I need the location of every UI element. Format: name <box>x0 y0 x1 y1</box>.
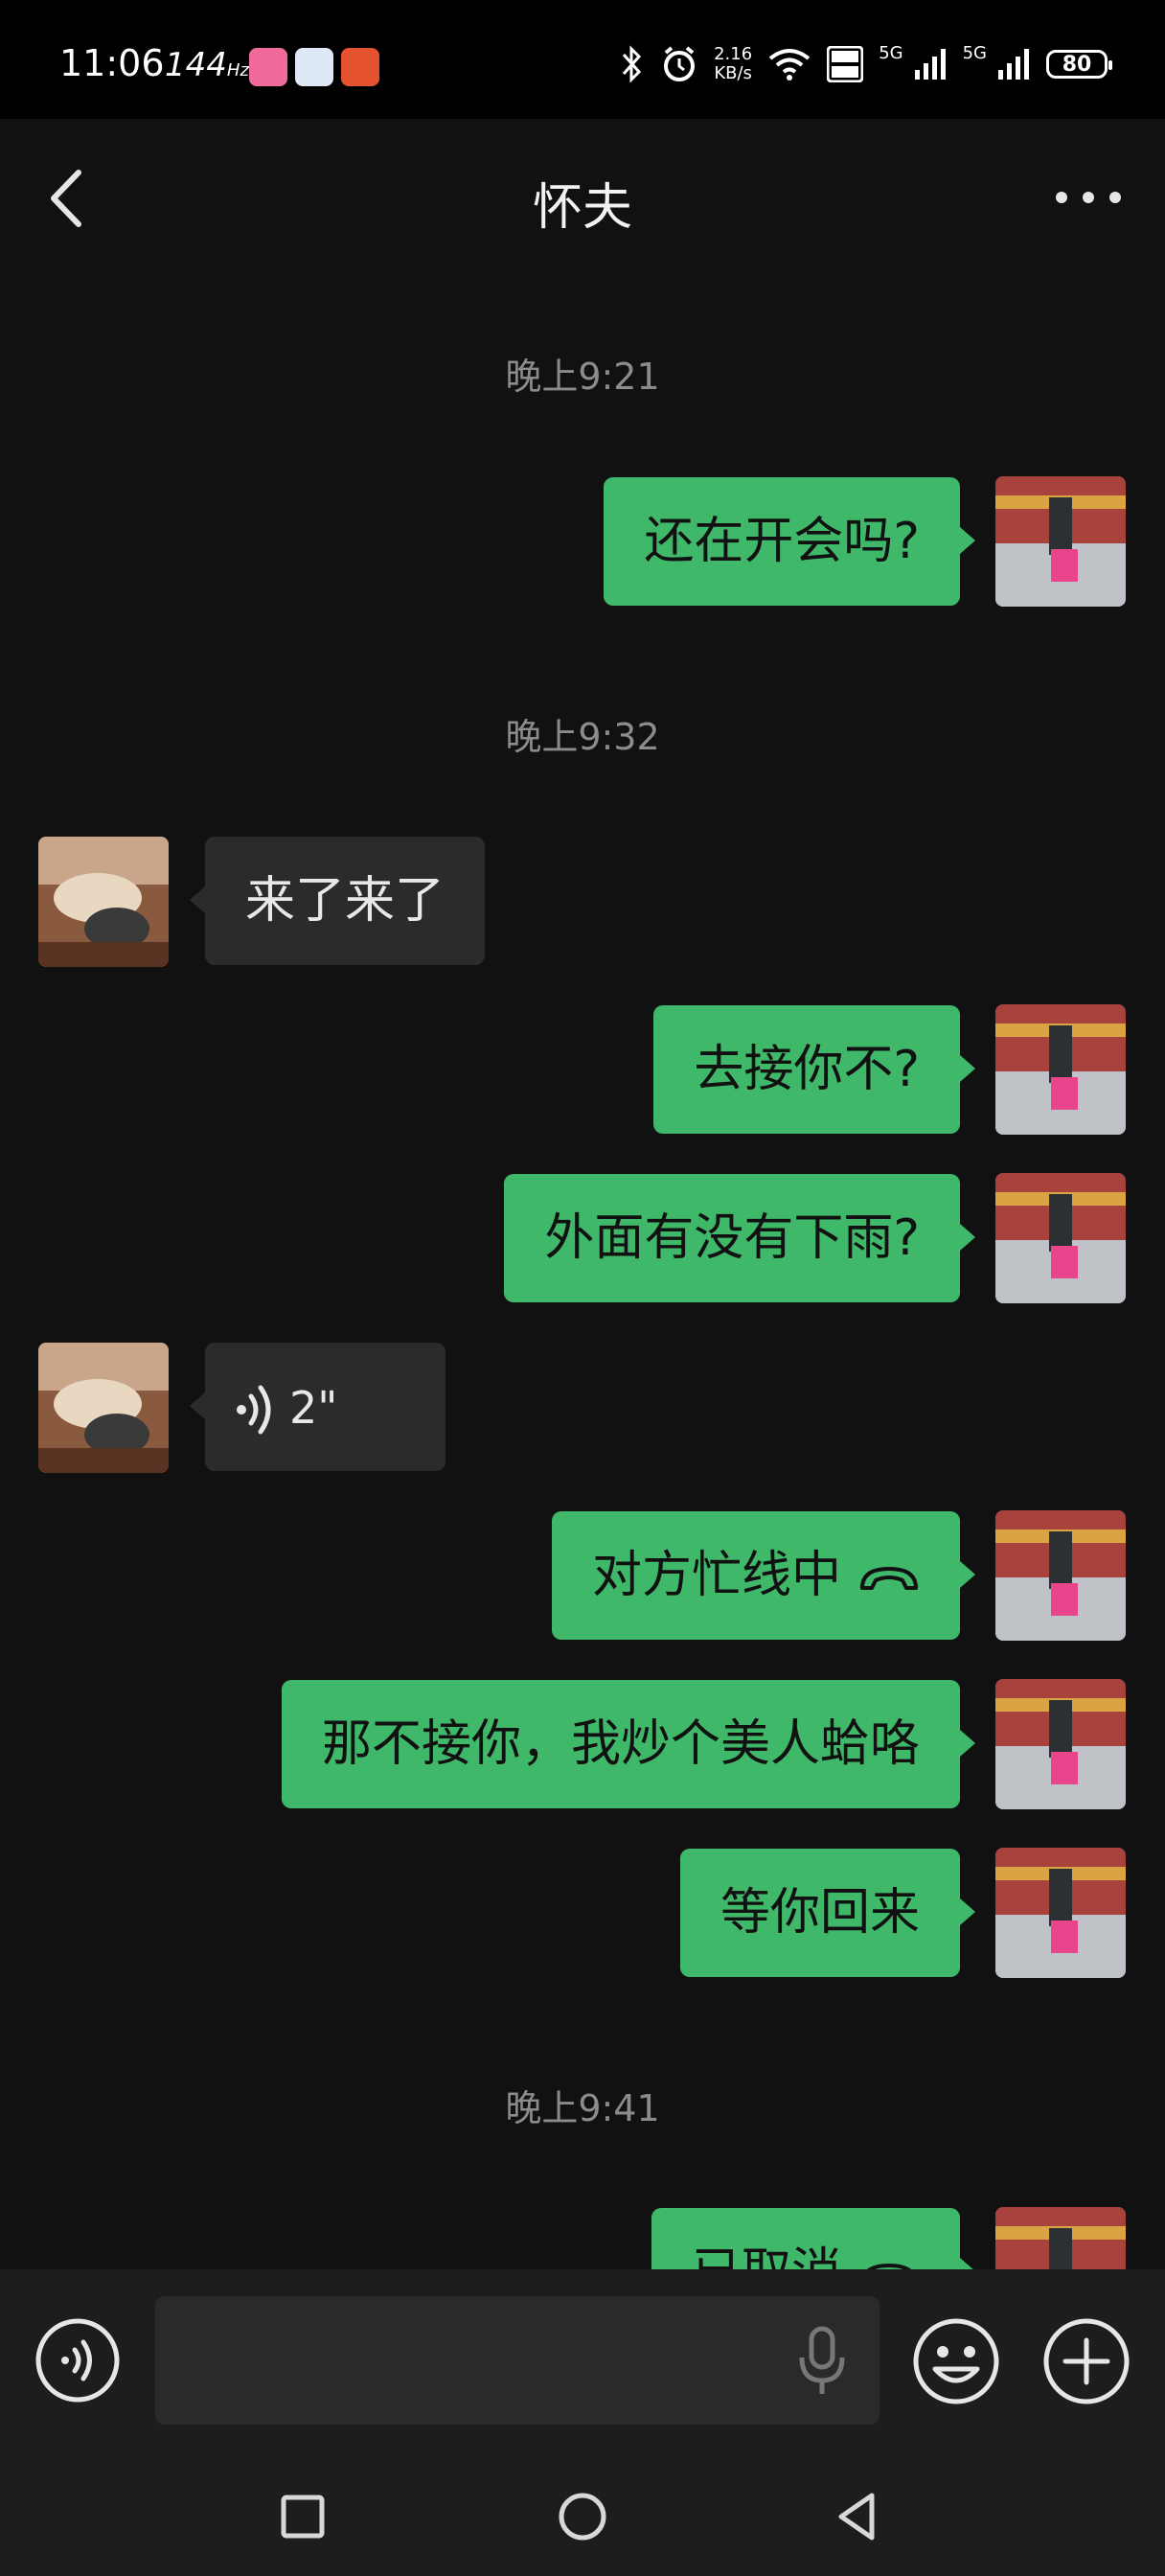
message-bubble-outgoing[interactable]: 外面有没有下雨? <box>504 1174 975 1302</box>
more-dots-icon[interactable] <box>1050 178 1127 217</box>
phone-hangup-icon <box>860 1567 918 1590</box>
call-status-text: 对方忙线中 <box>591 1547 841 1604</box>
bluetooth-icon <box>622 45 642 83</box>
signal-icon <box>998 49 1029 80</box>
my-avatar[interactable] <box>995 1848 1126 1978</box>
timestamp: 晚上9:21 <box>505 356 660 398</box>
chat-title: 怀夫 <box>532 179 632 237</box>
battery-icon: 80 <box>1046 50 1112 79</box>
system-nav-bar <box>0 2457 1165 2576</box>
voice-wave-icon <box>237 1385 271 1435</box>
message-bubble-outgoing[interactable]: 还在开会吗? <box>604 477 975 606</box>
recents-square-icon[interactable] <box>272 2486 333 2547</box>
my-avatar[interactable] <box>995 1004 1126 1135</box>
chat-screen: 11:06 144Hz 2.16 KB/s 5G 5G 80 怀夫 晚上9:21 … <box>0 0 1165 2576</box>
message-bubble-outgoing[interactable]: 那不接你，我炒个美人蛤咯 <box>281 1680 976 1808</box>
home-circle-icon[interactable] <box>552 2486 613 2547</box>
voice-toggle-icon[interactable] <box>34 2317 121 2404</box>
timestamp: 晚上9:32 <box>505 716 660 758</box>
net-speed: 2.16 KB/s <box>714 44 753 83</box>
mic-icon[interactable] <box>795 2325 849 2398</box>
my-avatar[interactable] <box>995 476 1126 607</box>
my-avatar[interactable] <box>995 1173 1126 1303</box>
message-bubble-outgoing[interactable]: 去接你不? <box>653 1005 975 1134</box>
bilibili-app-icon <box>249 48 287 86</box>
hd-icon <box>827 46 864 82</box>
emoji-icon[interactable] <box>912 2317 1000 2405</box>
signal-2-label: 5G <box>962 42 987 63</box>
status-time: 11:06 <box>59 42 165 84</box>
my-avatar[interactable] <box>995 1679 1126 1809</box>
wifi-icon <box>768 49 811 80</box>
refresh-rate: 144Hz <box>165 46 249 84</box>
contact-avatar[interactable] <box>38 837 169 967</box>
message-input[interactable] <box>155 2296 879 2425</box>
app-icon-orange <box>341 48 379 86</box>
my-avatar[interactable] <box>995 1510 1126 1641</box>
voice-message-bubble[interactable]: 2" <box>190 1343 445 1471</box>
contact-avatar[interactable] <box>38 1343 169 1473</box>
message-bubble-outgoing[interactable]: 等你回来 <box>679 1849 976 1977</box>
timestamp: 晚上9:41 <box>505 2087 660 2129</box>
app-icon-blue <box>295 48 333 86</box>
call-status-bubble[interactable]: 对方忙线中 <box>551 1511 976 1640</box>
voice-duration: 2" <box>289 1382 338 1434</box>
back-triangle-icon[interactable] <box>828 2486 889 2547</box>
status-icons: 2.16 KB/s 5G 5G 80 <box>620 38 1112 90</box>
signal-1-label: 5G <box>879 42 903 63</box>
input-bar <box>0 2269 1165 2457</box>
message-bubble-incoming[interactable]: 来了来了 <box>189 837 486 965</box>
signal-icon <box>914 49 946 80</box>
plus-icon[interactable] <box>1042 2317 1131 2405</box>
status-bar: 11:06 144Hz 2.16 KB/s 5G 5G 80 <box>0 0 1165 119</box>
alarm-icon <box>664 46 696 81</box>
chat-header: 怀夫 <box>0 119 1165 280</box>
